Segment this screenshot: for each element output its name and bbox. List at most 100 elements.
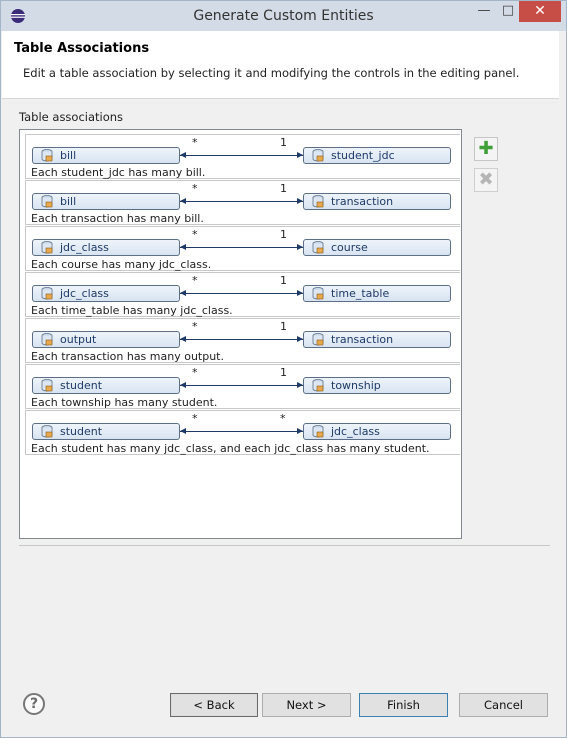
association-connector (180, 247, 303, 248)
association-description: Each course has many jdc_class. (31, 258, 212, 271)
finish-button[interactable]: Finish (359, 693, 448, 717)
left-table-box[interactable]: jdc_class (32, 285, 180, 302)
left-table-box[interactable]: student (32, 377, 180, 394)
left-table-box[interactable]: student (32, 423, 180, 440)
association-row[interactable]: * * student jdc_class Each student has many … (25, 410, 460, 455)
right-table-name: transaction (331, 333, 394, 346)
page-title: Table Associations (14, 41, 150, 56)
left-cardinality: * (192, 228, 198, 241)
association-description: Each township has many student. (31, 396, 218, 409)
left-cardinality: * (192, 274, 198, 287)
left-table-box[interactable]: bill (32, 193, 180, 210)
association-row[interactable]: * 1 bill transaction Each transaction has ma… (25, 180, 460, 225)
left-cardinality: * (192, 136, 198, 149)
left-table-box[interactable]: jdc_class (32, 239, 180, 256)
help-button[interactable]: ? (23, 693, 45, 715)
right-table-box[interactable]: jdc_class (303, 423, 451, 440)
table-icon (312, 149, 324, 162)
right-table-box[interactable]: transaction (303, 193, 451, 210)
right-cardinality: * (280, 412, 286, 425)
left-table-name: student (60, 425, 103, 438)
table-icon (312, 241, 324, 254)
association-description: Each time_table has many jdc_class. (31, 304, 233, 317)
right-table-box[interactable]: township (303, 377, 451, 394)
left-table-name: jdc_class (60, 287, 109, 300)
right-table-box[interactable]: transaction (303, 331, 451, 348)
add-association-button[interactable]: ✚ (474, 137, 498, 161)
association-description: Each transaction has many bill. (31, 212, 204, 225)
associations-list[interactable]: * 1 bill student_jdc Each student_jdc has ma… (19, 129, 462, 539)
left-table-name: output (60, 333, 97, 346)
table-icon (41, 241, 53, 254)
right-table-box[interactable]: time_table (303, 285, 451, 302)
cancel-button[interactable]: Cancel (459, 693, 548, 717)
next-button[interactable]: Next > (262, 693, 351, 717)
associations-label: Table associations (19, 110, 124, 124)
remove-association-button[interactable]: ✖ (474, 168, 498, 192)
table-icon (312, 425, 324, 438)
minimize-button[interactable]: — (471, 1, 497, 22)
association-connector (180, 339, 303, 340)
wizard-header: Table Associations Edit a table associat… (2, 31, 559, 99)
page-description: Edit a table association by selecting it… (23, 66, 520, 80)
association-connector (180, 431, 303, 432)
table-icon (41, 195, 53, 208)
association-row[interactable]: * 1 jdc_class time_table Each time_table has… (25, 272, 460, 317)
table-icon (312, 195, 324, 208)
arrow-left-icon (180, 198, 186, 204)
arrow-left-icon (180, 244, 186, 250)
right-table-name: time_table (331, 287, 390, 300)
association-row[interactable]: * 1 bill student_jdc Each student_jdc has ma… (25, 134, 460, 179)
association-row[interactable]: * 1 output transaction Each transaction has … (25, 318, 460, 363)
right-table-box[interactable]: student_jdc (303, 147, 451, 164)
left-table-name: student (60, 379, 103, 392)
right-cardinality: 1 (280, 228, 287, 241)
arrow-left-icon (180, 428, 186, 434)
left-table-box[interactable]: bill (32, 147, 180, 164)
arrow-left-icon (180, 152, 186, 158)
dialog-window: Generate Custom Entities — □ ✕ Table Ass… (0, 0, 567, 738)
left-cardinality: * (192, 412, 198, 425)
association-connector (180, 201, 303, 202)
right-cardinality: 1 (280, 320, 287, 333)
right-table-name: transaction (331, 195, 394, 208)
table-icon (312, 287, 324, 300)
association-connector (180, 293, 303, 294)
arrow-left-icon (180, 290, 186, 296)
association-connector (180, 155, 303, 156)
left-table-box[interactable]: output (32, 331, 180, 348)
left-table-name: jdc_class (60, 241, 109, 254)
right-cardinality: 1 (280, 136, 287, 149)
right-table-name: jdc_class (331, 425, 380, 438)
arrow-left-icon (180, 382, 186, 388)
right-table-box[interactable]: course (303, 239, 451, 256)
left-cardinality: * (192, 182, 198, 195)
close-button[interactable]: ✕ (519, 1, 561, 22)
title-bar[interactable]: Generate Custom Entities — □ ✕ (1, 1, 566, 31)
association-connector (180, 385, 303, 386)
separator (19, 545, 550, 546)
table-icon (41, 149, 53, 162)
left-table-name: bill (60, 195, 77, 208)
right-table-name: township (331, 379, 381, 392)
table-icon (41, 425, 53, 438)
right-cardinality: 1 (280, 366, 287, 379)
association-description: Each student_jdc has many bill. (31, 166, 206, 179)
table-icon (41, 287, 53, 300)
back-button[interactable]: < Back (170, 693, 258, 717)
association-description: Each transaction has many output. (31, 350, 224, 363)
table-icon (41, 379, 53, 392)
left-table-name: bill (60, 149, 77, 162)
right-table-name: course (331, 241, 368, 254)
left-cardinality: * (192, 320, 198, 333)
table-icon (312, 379, 324, 392)
association-row[interactable]: * 1 jdc_class course Each course has many jd… (25, 226, 460, 271)
right-cardinality: 1 (280, 274, 287, 287)
maximize-button[interactable]: □ (497, 1, 519, 22)
association-row[interactable]: * 1 student township Each township has many … (25, 364, 460, 409)
table-icon (41, 333, 53, 346)
right-cardinality: 1 (280, 182, 287, 195)
association-description: Each student has many jdc_class, and eac… (31, 442, 430, 455)
left-cardinality: * (192, 366, 198, 379)
table-icon (312, 333, 324, 346)
